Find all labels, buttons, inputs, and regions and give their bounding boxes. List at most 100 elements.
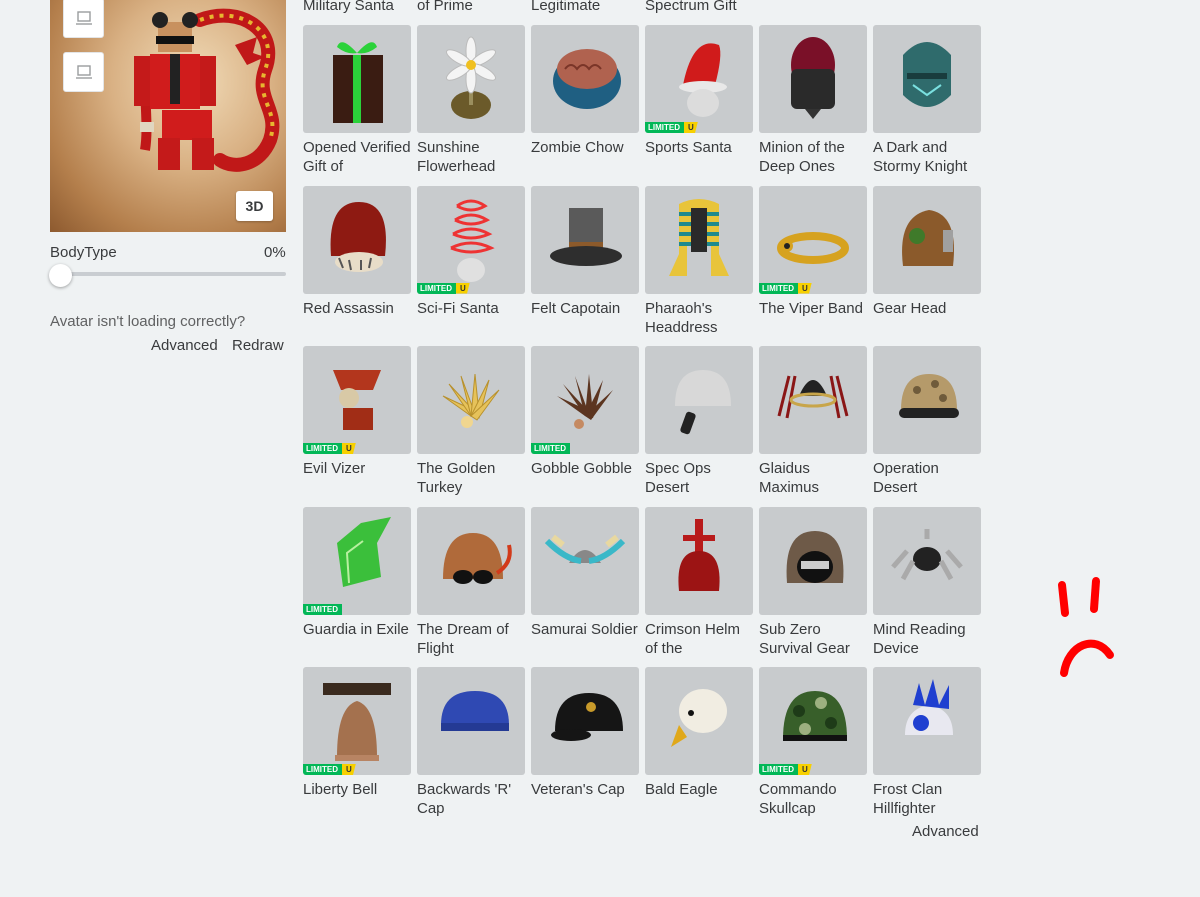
item-thumbnail[interactable] [531, 185, 639, 294]
item-name[interactable]: Spectrum Gift [645, 0, 737, 14]
toggle-3d-button[interactable]: 3D [236, 191, 273, 221]
item-card[interactable]: Operation Desert [873, 346, 981, 507]
item-name[interactable]: Evil Vizer [303, 459, 411, 478]
item-thumbnail[interactable] [303, 25, 411, 133]
item-card[interactable]: Minion of the Deep Ones [759, 25, 867, 186]
item-card[interactable]: LIMITED Guardia in Exile [303, 506, 411, 668]
item-thumbnail[interactable] [417, 506, 525, 615]
item-thumbnail[interactable]: LIMITED [531, 346, 639, 454]
item-thumbnail[interactable] [417, 346, 525, 454]
item-name[interactable]: Frost Clan Hillfighter [873, 780, 981, 818]
item-card[interactable]: LIMITED Gobble Gobble [531, 346, 639, 507]
item-card[interactable]: Veteran's Cap [531, 667, 639, 828]
item-name[interactable]: Glaidus Maximus [759, 459, 867, 497]
advanced-link-bottom[interactable]: Advanced [912, 823, 979, 840]
item-thumbnail[interactable] [759, 506, 867, 615]
item-thumbnail[interactable] [759, 25, 867, 133]
item-thumbnail[interactable] [531, 667, 639, 775]
item-card[interactable]: Felt Capotain [531, 185, 639, 347]
item-name[interactable]: Samurai Soldier [531, 620, 639, 639]
item-thumbnail[interactable] [645, 667, 753, 775]
item-name[interactable]: Sub Zero Survival Gear [759, 620, 867, 658]
item-thumbnail[interactable] [873, 346, 981, 454]
item-card[interactable]: Crimson Helm of the [645, 506, 753, 668]
item-name[interactable]: Legitimate [531, 0, 600, 14]
item-name[interactable]: Guardia in Exile [303, 620, 411, 639]
item-card[interactable]: LIMITED U The Viper Band [759, 185, 867, 347]
item-name[interactable]: Bald Eagle [645, 780, 753, 799]
item-thumbnail[interactable]: LIMITED U [759, 185, 867, 294]
bodytype-slider-track[interactable] [50, 272, 286, 276]
redraw-link[interactable]: Redraw [232, 337, 284, 354]
item-card[interactable]: Pharaoh's Headdress [645, 185, 753, 347]
bodytype-slider-handle[interactable] [49, 264, 72, 287]
item-thumbnail[interactable] [873, 667, 981, 775]
item-thumbnail[interactable]: LIMITED U [759, 667, 867, 775]
item-card[interactable]: LIMITED U Commando Skullcap [759, 667, 867, 828]
item-card[interactable]: LIMITED U Sports Santa [645, 25, 753, 186]
item-thumbnail[interactable]: LIMITED U [645, 25, 753, 133]
item-name[interactable]: The Dream of Flight [417, 620, 525, 658]
item-thumbnail[interactable] [759, 346, 867, 454]
item-name[interactable]: Military Santa [303, 0, 394, 14]
item-name[interactable]: Minion of the Deep Ones [759, 138, 867, 176]
item-name[interactable]: Backwards 'R' Cap [417, 780, 525, 818]
item-card[interactable]: Zombie Chow [531, 25, 639, 186]
item-name[interactable]: Liberty Bell [303, 780, 411, 799]
item-name[interactable]: Zombie Chow [531, 138, 639, 157]
item-name[interactable]: The Golden Turkey [417, 459, 525, 497]
item-thumbnail[interactable]: LIMITED U [303, 667, 411, 775]
advanced-link[interactable]: Advanced [151, 337, 218, 354]
item-card[interactable]: Sub Zero Survival Gear [759, 506, 867, 668]
item-name[interactable]: A Dark and Stormy Knight [873, 138, 981, 176]
item-thumbnail[interactable] [303, 185, 411, 294]
item-thumbnail[interactable]: LIMITED [303, 506, 411, 615]
item-name[interactable]: Veteran's Cap [531, 780, 639, 799]
item-name[interactable]: Sci-Fi Santa [417, 299, 525, 318]
item-card[interactable]: The Golden Turkey [417, 346, 525, 507]
item-name[interactable]: Felt Capotain [531, 299, 639, 318]
item-name[interactable]: Gobble Gobble [531, 459, 639, 478]
item-thumbnail[interactable] [873, 185, 981, 294]
item-name[interactable]: Crimson Helm of the [645, 620, 753, 658]
item-name[interactable]: Sports Santa [645, 138, 753, 157]
item-card[interactable]: LIMITED U Liberty Bell [303, 667, 411, 828]
item-card[interactable]: Gear Head [873, 185, 981, 347]
item-thumbnail[interactable] [645, 185, 753, 294]
item-name[interactable]: Operation Desert [873, 459, 981, 497]
item-card[interactable]: Glaidus Maximus [759, 346, 867, 507]
item-card[interactable]: Sunshine Flowerhead [417, 25, 525, 186]
item-card[interactable]: Spec Ops Desert [645, 346, 753, 507]
item-thumbnail[interactable] [531, 506, 639, 615]
item-name[interactable]: Red Assassin [303, 299, 411, 318]
item-card[interactable]: LIMITED U Evil Vizer [303, 346, 411, 507]
item-thumbnail[interactable]: LIMITED U [303, 346, 411, 454]
item-thumbnail[interactable] [417, 25, 525, 133]
item-name[interactable]: Spec Ops Desert [645, 459, 753, 497]
item-card[interactable]: Mind Reading Device [873, 506, 981, 668]
costume-thumbnail-button[interactable] [63, 0, 104, 38]
item-card[interactable]: The Dream of Flight [417, 506, 525, 668]
item-name[interactable]: Opened Verified Gift of [303, 138, 411, 176]
item-thumbnail[interactable] [873, 25, 981, 133]
item-name[interactable]: Mind Reading Device [873, 620, 981, 658]
item-card[interactable]: Frost Clan Hillfighter [873, 667, 981, 828]
item-card[interactable]: Samurai Soldier [531, 506, 639, 668]
item-card[interactable]: Bald Eagle [645, 667, 753, 828]
item-thumbnail[interactable] [873, 506, 981, 615]
item-card[interactable]: Red Assassin [303, 185, 411, 347]
item-name[interactable]: The Viper Band [759, 299, 867, 318]
item-name[interactable]: Sunshine Flowerhead [417, 138, 525, 176]
item-name[interactable]: Pharaoh's Headdress [645, 299, 753, 337]
item-thumbnail[interactable]: LIMITED U [417, 185, 525, 294]
item-card[interactable]: Opened Verified Gift of [303, 25, 411, 186]
item-name[interactable]: Gear Head [873, 299, 981, 318]
item-thumbnail[interactable] [531, 25, 639, 133]
item-thumbnail[interactable] [417, 667, 525, 775]
item-card[interactable]: A Dark and Stormy Knight [873, 25, 981, 186]
item-name[interactable]: of Prime [417, 0, 473, 14]
item-thumbnail[interactable] [645, 346, 753, 454]
item-name[interactable]: Commando Skullcap [759, 780, 867, 818]
item-card[interactable]: LIMITED U Sci-Fi Santa [417, 185, 525, 347]
costume-thumbnail-button[interactable] [63, 52, 104, 92]
